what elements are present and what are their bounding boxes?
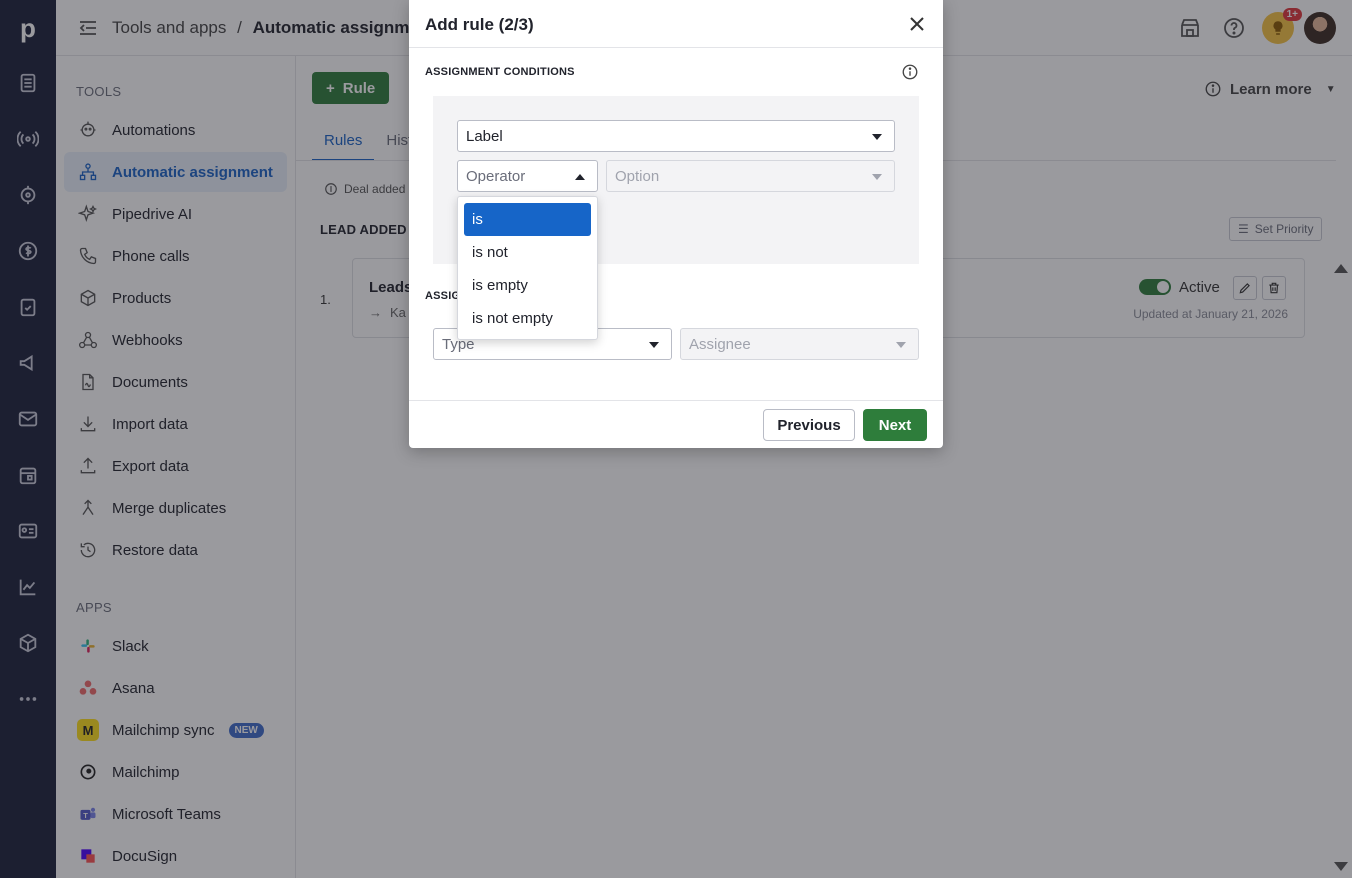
- chevron-down-icon: [649, 342, 659, 348]
- next-button[interactable]: Next: [863, 409, 927, 441]
- assignee-select[interactable]: Assignee: [680, 328, 919, 360]
- operator-option-is-not[interactable]: is not: [464, 236, 591, 269]
- modal-footer-divider: [409, 400, 943, 401]
- operator-option-is-empty[interactable]: is empty: [464, 269, 591, 302]
- operator-select[interactable]: Operator: [457, 160, 598, 192]
- assignee-heading: ASSIG: [425, 290, 461, 302]
- operator-dropdown: is is not is empty is not empty: [457, 196, 598, 340]
- previous-button[interactable]: Previous: [763, 409, 855, 441]
- field-select[interactable]: Label: [457, 120, 895, 152]
- operator-option-is-not-empty[interactable]: is not empty: [464, 302, 591, 335]
- close-icon[interactable]: [907, 14, 927, 34]
- modal-title: Add rule (2/3): [425, 15, 534, 34]
- operator-option-is[interactable]: is: [464, 203, 591, 236]
- option-select[interactable]: Option: [606, 160, 895, 192]
- chevron-down-icon: [872, 174, 882, 180]
- conditions-heading: ASSIGNMENT CONDITIONS: [425, 66, 575, 78]
- chevron-down-icon: [896, 342, 906, 348]
- modal-header: Add rule (2/3): [409, 0, 943, 48]
- chevron-down-icon: [872, 134, 882, 140]
- info-icon[interactable]: [901, 63, 919, 81]
- chevron-up-icon: [575, 174, 585, 180]
